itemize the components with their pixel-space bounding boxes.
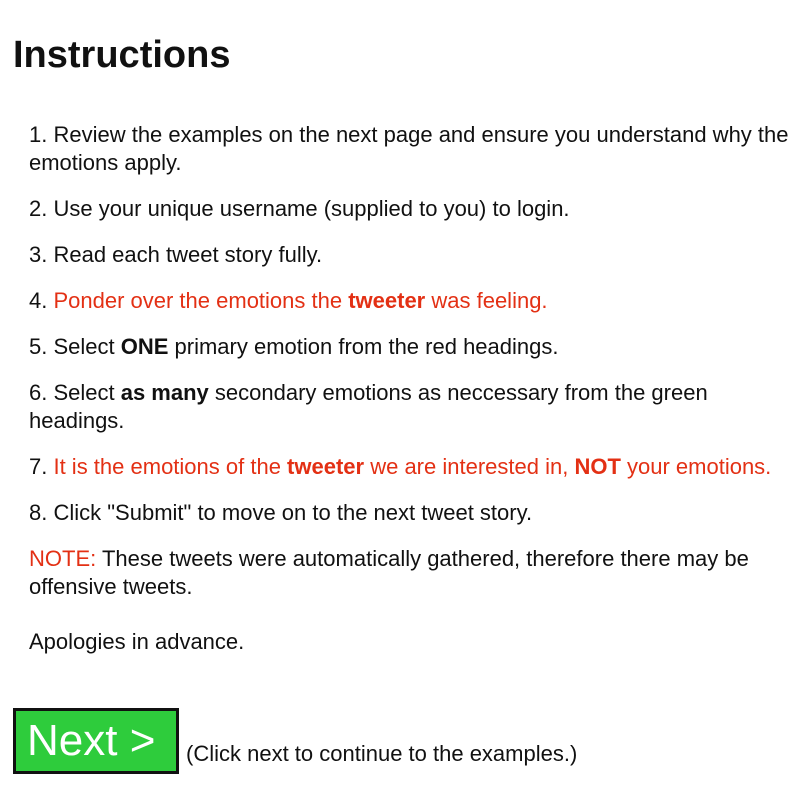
- instruction-step-7-text-before: It is the emotions of the: [53, 454, 288, 479]
- instruction-step-8-text: 8. Click "Submit" to move on to the next…: [29, 500, 533, 525]
- instruction-step-7: 7. It is the emotions of the tweeter we …: [29, 453, 789, 481]
- instruction-step-7-text-after: your emotions.: [620, 454, 772, 479]
- instruction-step-5-text-before: 5. Select: [29, 334, 121, 359]
- note-text: These tweets were automatically gathered…: [29, 546, 749, 599]
- instruction-step-4-text-before: Ponder over the emotions the: [53, 288, 349, 313]
- instruction-step-7-number: 7.: [29, 454, 54, 479]
- instruction-step-5-bold: ONE: [120, 334, 169, 359]
- instruction-step-7-highlight: It is the emotions of the tweeter we are…: [53, 454, 771, 479]
- instruction-step-1-text: 1. Review the examples on the next page …: [29, 122, 789, 175]
- instruction-step-4-number: 4.: [29, 288, 54, 313]
- note-paragraph: NOTE: These tweets were automatically ga…: [29, 545, 789, 601]
- instruction-step-3-text: 3. Read each tweet story fully.: [29, 242, 323, 267]
- instruction-step-4: 4. Ponder over the emotions the tweeter …: [29, 287, 789, 315]
- instruction-step-5-text-after: primary emotion from the red headings.: [168, 334, 559, 359]
- page-title: Instructions: [13, 34, 231, 76]
- apology-text: Apologies in advance.: [29, 629, 245, 654]
- instruction-step-1: 1. Review the examples on the next page …: [29, 121, 789, 177]
- instructions-list: 1. Review the examples on the next page …: [29, 121, 789, 656]
- instruction-step-6-text-before: 6. Select: [29, 380, 121, 405]
- instruction-step-7-bold-not: NOT: [574, 454, 621, 479]
- instruction-step-2-text: 2. Use your unique username (supplied to…: [29, 196, 570, 221]
- instruction-step-8: 8. Click "Submit" to move on to the next…: [29, 499, 789, 527]
- instruction-step-7-bold-tweeter: tweeter: [287, 454, 365, 479]
- next-hint-text: (Click next to continue to the examples.…: [186, 741, 578, 766]
- note-label: NOTE:: [29, 546, 97, 571]
- instruction-step-6: 6. Select as many secondary emotions as …: [29, 379, 789, 435]
- instruction-step-7-text-middle: we are interested in,: [364, 454, 575, 479]
- instruction-step-4-text-after: was feeling.: [425, 288, 548, 313]
- instruction-step-5: 5. Select ONE primary emotion from the r…: [29, 333, 789, 361]
- footer-navigation: Next > (Click next to continue to the ex…: [13, 708, 577, 774]
- instruction-step-4-highlight: Ponder over the emotions the tweeter was…: [53, 288, 547, 313]
- instruction-step-2: 2. Use your unique username (supplied to…: [29, 195, 789, 223]
- instruction-step-6-bold: as many: [120, 380, 209, 405]
- next-button[interactable]: Next >: [13, 708, 179, 774]
- instruction-step-3: 3. Read each tweet story fully.: [29, 241, 789, 269]
- instruction-step-4-bold: tweeter: [348, 288, 426, 313]
